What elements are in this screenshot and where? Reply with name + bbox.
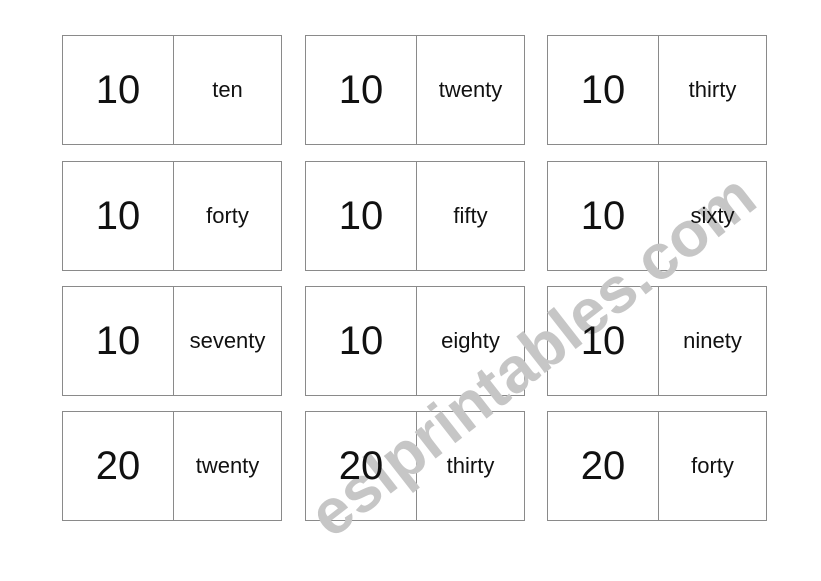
domino-number: 10 [580, 67, 626, 112]
domino-number: 20 [95, 443, 141, 488]
domino-number: 20 [580, 443, 626, 488]
domino-word: thirty [688, 77, 737, 102]
domino-card-text: 10 forty [62, 161, 282, 271]
domino-word: twenty [438, 77, 503, 102]
domino-word: ten [212, 77, 243, 102]
domino-word: eighty [441, 328, 500, 353]
domino-word: forty [206, 203, 249, 228]
domino-word: ninety [683, 328, 742, 353]
domino-number: 10 [580, 318, 626, 363]
domino-card-text: 10 fifty [305, 161, 525, 271]
domino-number: 20 [338, 443, 384, 488]
domino-word: thirty [446, 453, 495, 478]
domino-number: 10 [338, 67, 384, 112]
domino-number: 10 [95, 193, 141, 238]
domino-number: 10 [95, 318, 141, 363]
domino-number: 10 [338, 318, 384, 363]
domino-card-text: 20 thirty [305, 411, 525, 521]
domino-card-text: 10 eighty [305, 286, 525, 396]
domino-card-text: 10 ninety [547, 286, 767, 396]
domino-number: 10 [580, 193, 626, 238]
domino-word: twenty [195, 453, 260, 478]
domino-word: forty [691, 453, 734, 478]
domino-text-layer: 10 ten 10 twenty 10 thirty 10 forty 10 fifty 10 six… [0, 0, 821, 581]
domino-number: 10 [338, 193, 384, 238]
domino-card-text: 20 forty [547, 411, 767, 521]
domino-word: seventy [189, 328, 266, 353]
domino-card-text: 10 ten [62, 35, 282, 145]
domino-number: 10 [95, 67, 141, 112]
domino-card-text: 20 twenty [62, 411, 282, 521]
domino-card-text: 10 seventy [62, 286, 282, 396]
domino-card-text: 10 twenty [305, 35, 525, 145]
domino-word: sixty [690, 203, 735, 228]
domino-word: fifty [453, 203, 488, 228]
domino-card-text: 10 thirty [547, 35, 767, 145]
domino-card-text: 10 sixty [547, 161, 767, 271]
